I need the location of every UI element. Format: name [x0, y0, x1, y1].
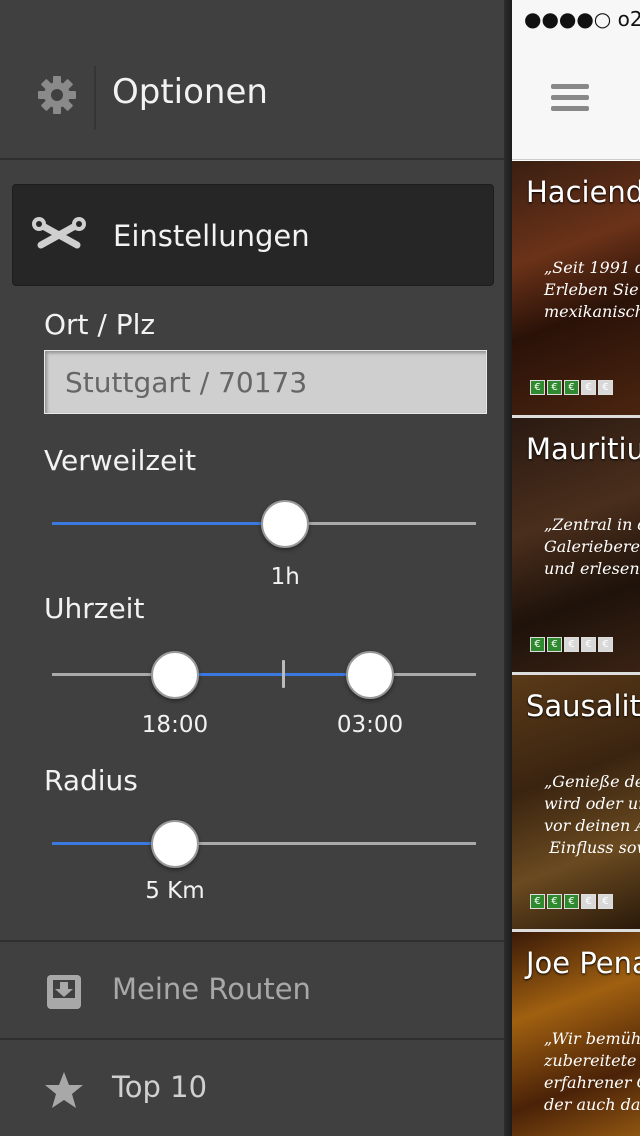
price-rating: € € € € € — [530, 894, 613, 909]
radius-slider-handle[interactable] — [150, 820, 199, 868]
status-bar: ●●●●○ o2-de — [512, 0, 640, 40]
euro-active-icon: € — [530, 637, 545, 652]
radius-label: Radius — [44, 764, 138, 797]
venue-card[interactable]: Mauritiu „Zentral in d Galeriebereic und … — [512, 418, 640, 672]
duration-value: 1h — [270, 564, 300, 590]
header-divider — [94, 66, 96, 130]
euro-inactive-icon: € — [581, 894, 596, 909]
euro-active-icon: € — [564, 380, 579, 395]
euro-inactive-icon: € — [581, 637, 596, 652]
time-range-slider[interactable] — [52, 651, 476, 699]
star-icon — [45, 1072, 83, 1108]
venue-card[interactable]: Haciend „Seit 1991 d Erleben Sie d mexika… — [512, 161, 640, 415]
midnight-marker — [282, 660, 285, 688]
venue-card[interactable]: Sausalito „Genieße de wird oder ur vor de… — [512, 675, 640, 929]
inbox-download-icon — [47, 975, 81, 1009]
gear-icon — [38, 76, 76, 114]
euro-inactive-icon: € — [581, 380, 596, 395]
nav-bar — [512, 40, 640, 160]
euro-inactive-icon: € — [598, 380, 613, 395]
venue-title: Joe Pena — [526, 946, 640, 980]
time-from-value: 18:00 — [141, 712, 209, 738]
location-label: Ort / Plz — [44, 308, 156, 341]
euro-active-icon: € — [530, 380, 545, 395]
venue-title: Sausalito — [526, 689, 640, 723]
time-from-handle[interactable] — [150, 651, 199, 699]
sidebar-item-top-10[interactable]: Top 10 — [0, 1038, 504, 1136]
sidebar-shadow-edge — [504, 0, 512, 1136]
location-field[interactable] — [44, 350, 487, 414]
venue-description: „Genieße de wird oder ur vor deinen A Ei… — [544, 772, 640, 857]
options-sidebar: Optionen Einstellungen Ort / Plz Verweil… — [0, 0, 508, 1136]
time-track-fill — [174, 673, 370, 676]
sidebar-item-label: Top 10 — [112, 1070, 208, 1104]
euro-inactive-icon: € — [564, 637, 579, 652]
radius-slider[interactable] — [52, 820, 476, 868]
euro-active-icon: € — [530, 894, 545, 909]
sidebar-item-meine-routen[interactable]: Meine Routen — [0, 940, 504, 1038]
euro-active-icon: € — [547, 380, 562, 395]
duration-label: Verweilzeit — [44, 444, 197, 477]
sidebar-item-label: Einstellungen — [113, 219, 310, 253]
venue-description: „Zentral in d Galeriebereic und erlesend — [544, 515, 640, 578]
location-input[interactable] — [45, 351, 486, 413]
euro-active-icon: € — [547, 894, 562, 909]
sidebar-item-label: Meine Routen — [112, 972, 311, 1006]
venue-description: „Seit 1991 d Erleben Sie d mexikanisch — [544, 258, 640, 321]
wrench-screwdriver-icon — [32, 217, 86, 249]
duration-slider-handle[interactable] — [261, 500, 310, 548]
duration-track-fill — [52, 522, 286, 525]
time-to-handle[interactable] — [346, 651, 394, 699]
euro-inactive-icon: € — [598, 894, 613, 909]
venue-title: Mauritiu — [526, 432, 640, 466]
euro-active-icon: € — [547, 637, 562, 652]
main-content: ●●●●○ o2-de Haciend „Seit 1991 d Erleben … — [512, 0, 640, 1136]
hamburger-menu-icon[interactable] — [551, 84, 589, 116]
euro-active-icon: € — [564, 894, 579, 909]
sidebar-item-einstellungen[interactable]: Einstellungen — [12, 184, 494, 286]
venue-description: „Wir bemüh zubereitete S erfahrener G de… — [544, 1029, 640, 1114]
euro-inactive-icon: € — [598, 637, 613, 652]
radius-value: 5 Km — [145, 878, 205, 904]
sidebar-header: Optionen — [0, 0, 508, 160]
duration-slider[interactable] — [52, 500, 476, 548]
sidebar-title: Optionen — [112, 72, 268, 112]
price-rating: € € € € € — [530, 380, 613, 395]
time-to-value: 03:00 — [336, 712, 404, 738]
carrier-signal: ●●●●○ o2-de — [524, 7, 640, 31]
venue-card[interactable]: Joe Pena „Wir bemüh zubereitete S erfahre… — [512, 932, 640, 1136]
price-rating: € € € € € — [530, 637, 613, 652]
venue-title: Haciend — [526, 175, 640, 209]
time-label: Uhrzeit — [44, 592, 145, 625]
